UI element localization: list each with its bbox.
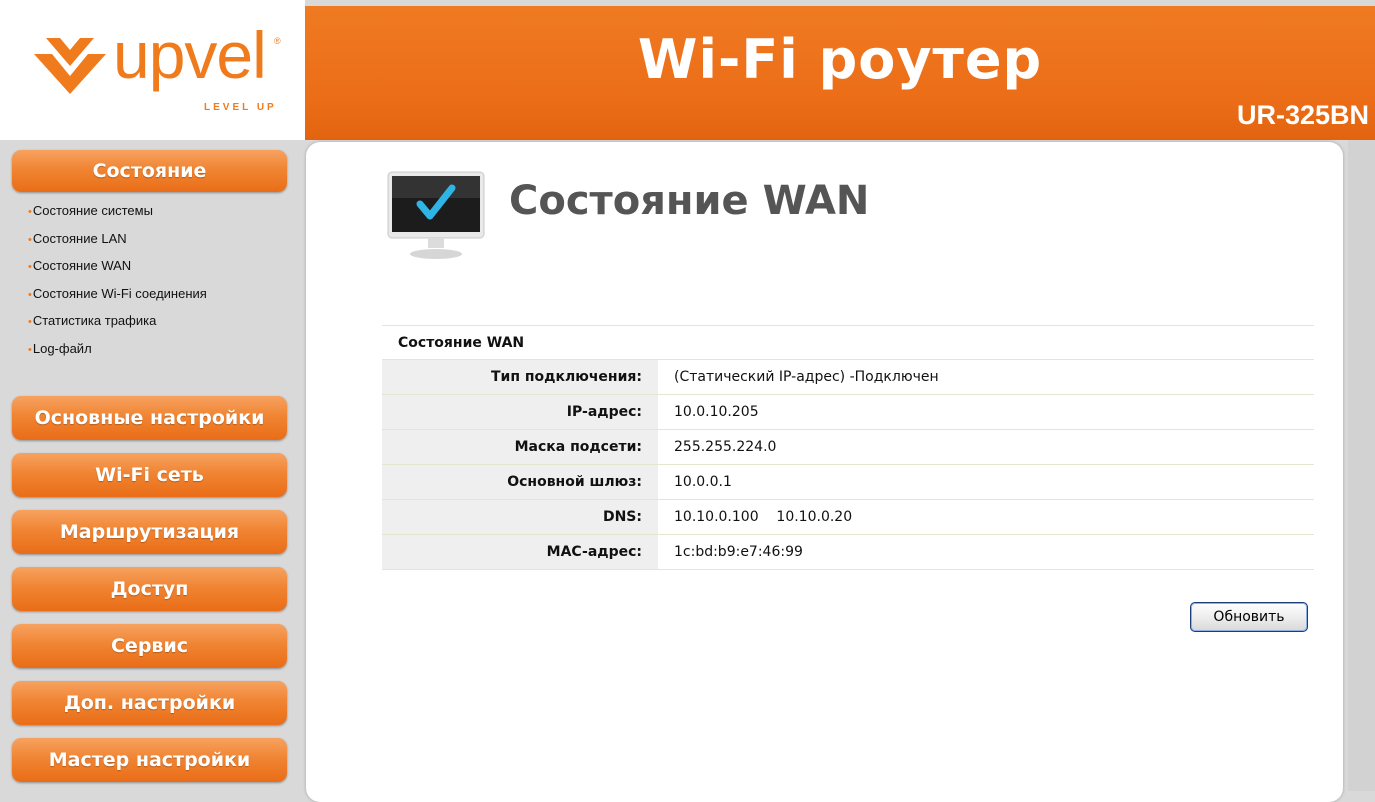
header-banner: Wi-Fi роутер UR-325BN [305, 6, 1375, 140]
nav-wifi-network-button[interactable]: Wi-Fi сеть [12, 453, 287, 497]
row-label: Основной шлюз: [382, 464, 658, 500]
bullet-icon: • [28, 261, 32, 274]
right-scroll-area [1348, 140, 1375, 791]
table-row: Основной шлюз: 10.0.0.1 [382, 464, 1314, 500]
nav-routing-button[interactable]: Маршрутизация [12, 510, 287, 554]
logo-tagline: LEVEL UP [204, 102, 277, 113]
submenu-item-system-status[interactable]: •Состояние системы [28, 202, 207, 230]
row-label: MAC-адрес: [382, 534, 658, 570]
bullet-icon: • [28, 343, 32, 356]
model-name: UR-325BN [1236, 100, 1369, 130]
row-value: 10.0.10.205 [674, 394, 1314, 430]
table-row: DNS: 10.10.0.100 10.10.0.20 [382, 499, 1314, 535]
upvel-logo-mark-icon [34, 38, 106, 94]
banner-title: Wi-Fi роутер [637, 28, 1043, 91]
submenu-item-lan-status[interactable]: •Состояние LAN [28, 230, 207, 258]
page-title: Состояние WAN [509, 178, 870, 224]
nav-service-button[interactable]: Сервис [12, 624, 287, 668]
status-submenu: •Состояние системы •Состояние LAN •Состо… [28, 202, 207, 368]
table-row: MAC-адрес: 1c:bd:b9:e7:46:99 [382, 534, 1314, 570]
table-caption: Состояние WAN [382, 325, 1314, 360]
bullet-icon: • [28, 288, 32, 301]
row-value: 1c:bd:b9:e7:46:99 [674, 534, 1314, 570]
monitor-check-icon [387, 171, 485, 259]
table-row: Тип подключения: (Статический IP-адрес) … [382, 359, 1314, 395]
submenu-item-traffic-stats[interactable]: •Статистика трафика [28, 312, 207, 340]
row-label: Маска подсети: [382, 429, 658, 465]
row-label: DNS: [382, 499, 658, 535]
row-value: 10.0.0.1 [674, 464, 1314, 500]
nav-advanced-settings-button[interactable]: Доп. настройки [12, 681, 287, 725]
logo-registered-mark: ® [274, 36, 281, 46]
row-value: (Статический IP-адрес) -Подключен [674, 359, 1314, 395]
nav-status-button[interactable]: Состояние [12, 150, 287, 192]
sidebar: Состояние •Состояние системы •Состояние … [0, 140, 305, 791]
nav-setup-wizard-button[interactable]: Мастер настройки [12, 738, 287, 782]
bullet-icon: • [28, 316, 32, 329]
nav-access-button[interactable]: Доступ [12, 567, 287, 611]
submenu-item-log-file[interactable]: •Log-файл [28, 340, 207, 368]
submenu-item-wifi-status[interactable]: •Состояние Wi-Fi соединения [28, 285, 207, 313]
logo-wordmark: upvel [113, 18, 267, 92]
content-panel: Состояние WAN Состояние WAN Тип подключе… [306, 142, 1343, 802]
table-row: Маска подсети: 255.255.224.0 [382, 429, 1314, 465]
row-value: 10.10.0.100 10.10.0.20 [674, 499, 1314, 535]
nav-basic-settings-button[interactable]: Основные настройки [12, 396, 287, 440]
table-caption-row: Состояние WAN [382, 325, 1314, 360]
upvel-logo: upvel ® LEVEL UP [30, 22, 290, 130]
row-label: IP-адрес: [382, 394, 658, 430]
refresh-button[interactable]: Обновить [1190, 602, 1308, 632]
bullet-icon: • [28, 233, 32, 246]
bullet-icon: • [28, 206, 32, 218]
wan-status-table: Состояние WAN Тип подключения: (Статичес… [382, 325, 1314, 570]
logo-area: upvel ® LEVEL UP [0, 0, 305, 140]
row-label: Тип подключения: [382, 359, 658, 395]
table-row: IP-адрес: 10.0.10.205 [382, 394, 1314, 430]
row-value: 255.255.224.0 [674, 429, 1314, 465]
submenu-item-wan-status[interactable]: •Состояние WAN [28, 257, 207, 285]
